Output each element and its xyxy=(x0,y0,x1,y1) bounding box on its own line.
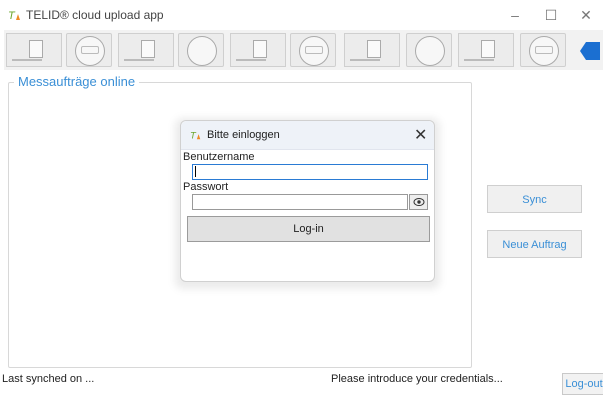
app-title: TELID® cloud upload app xyxy=(26,8,164,22)
product-thumbnail[interactable] xyxy=(66,33,112,67)
product-thumbnail[interactable] xyxy=(178,33,224,67)
login-dialog: T Bitte einloggen ✕ Benutzername Passwor… xyxy=(180,120,435,282)
product-thumbnail[interactable] xyxy=(520,33,566,67)
login-button[interactable]: Log-in xyxy=(187,216,430,242)
text-caret xyxy=(195,166,196,177)
minimize-button[interactable]: – xyxy=(500,4,530,26)
orders-group-title: Messaufträge online xyxy=(14,74,140,89)
product-thumbnail[interactable] xyxy=(406,33,452,67)
sync-button[interactable]: Sync xyxy=(487,185,582,213)
product-thumbnail[interactable] xyxy=(290,33,336,67)
svg-text:T: T xyxy=(190,129,197,140)
password-input[interactable] xyxy=(192,194,408,210)
status-message: Please introduce your credentials... xyxy=(331,373,503,385)
arrow-right-icon[interactable] xyxy=(580,42,600,60)
username-input[interactable] xyxy=(192,164,428,180)
product-thumbnail[interactable] xyxy=(458,33,514,67)
logout-button[interactable]: Log-out xyxy=(562,373,603,395)
password-label: Passwort xyxy=(183,181,229,193)
title-bar: T TELID® cloud upload app – ☐ ✕ xyxy=(0,0,603,30)
dialog-close-button[interactable]: ✕ xyxy=(414,125,427,145)
username-label: Benutzername xyxy=(183,151,255,163)
new-order-button[interactable]: Neue Auftrag xyxy=(487,230,582,258)
telid-logo-icon: T xyxy=(8,10,20,22)
dialog-header: T Bitte einloggen ✕ xyxy=(181,121,434,150)
dialog-title: Bitte einloggen xyxy=(207,129,280,141)
product-thumbnail[interactable] xyxy=(118,33,174,67)
maximize-button[interactable]: ☐ xyxy=(536,4,566,26)
last-synched-status: Last synched on ... xyxy=(2,373,95,385)
product-thumbnail[interactable] xyxy=(344,33,400,67)
product-thumbnail-strip xyxy=(4,30,603,70)
eye-icon xyxy=(413,198,424,206)
close-window-button[interactable]: ✕ xyxy=(571,4,601,26)
telid-logo-icon: T xyxy=(190,129,201,140)
show-password-button[interactable] xyxy=(409,194,428,210)
product-thumbnail[interactable] xyxy=(6,33,62,67)
svg-text:T: T xyxy=(8,10,16,22)
product-thumbnail[interactable] xyxy=(230,33,286,67)
